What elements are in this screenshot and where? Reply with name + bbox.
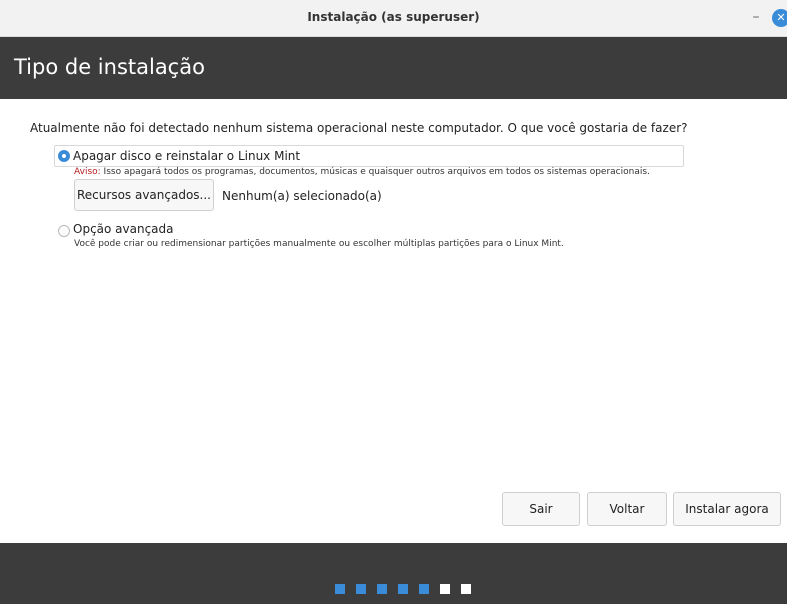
window-title: Instalação (as superuser)	[307, 10, 480, 24]
advanced-features-status: Nenhum(a) selecionado(a)	[222, 189, 382, 203]
step-dot-pending	[440, 584, 450, 594]
window-titlebar: Instalação (as superuser) – ✕	[0, 0, 787, 37]
advanced-features-button[interactable]: Recursos avançados...	[74, 179, 214, 211]
progress-footer	[0, 543, 787, 604]
close-icon[interactable]: ✕	[772, 9, 787, 27]
step-dot-pending	[461, 584, 471, 594]
erase-disk-label[interactable]: Apagar disco e reinstalar o Linux Mint	[73, 149, 300, 163]
step-dot-completed	[377, 584, 387, 594]
install-now-button[interactable]: Instalar agora	[673, 492, 781, 526]
warning-prefix: Aviso:	[74, 167, 101, 177]
back-button[interactable]: Voltar	[587, 492, 667, 526]
something-else-description: Você pode criar ou redimensionar partiçõ…	[74, 239, 564, 249]
erase-disk-radio[interactable]	[58, 150, 70, 162]
page-title: Tipo de instalação	[14, 55, 205, 79]
something-else-radio[interactable]	[58, 225, 70, 237]
install-question: Atualmente não foi detectado nenhum sist…	[30, 121, 688, 135]
step-dot-completed	[398, 584, 408, 594]
page-header: Tipo de instalação	[0, 37, 787, 99]
something-else-label[interactable]: Opção avançada	[73, 222, 174, 236]
step-dot-completed	[356, 584, 366, 594]
minimize-icon[interactable]: –	[748, 7, 764, 27]
erase-warning: Aviso: Isso apagará todos os programas, …	[74, 167, 650, 177]
quit-button[interactable]: Sair	[502, 492, 580, 526]
erase-disk-option[interactable]: Apagar disco e reinstalar o Linux Mint	[54, 145, 684, 167]
step-dot-completed	[419, 584, 429, 594]
warning-text: Isso apagará todos os programas, documen…	[100, 167, 650, 177]
step-dot-completed	[335, 584, 345, 594]
